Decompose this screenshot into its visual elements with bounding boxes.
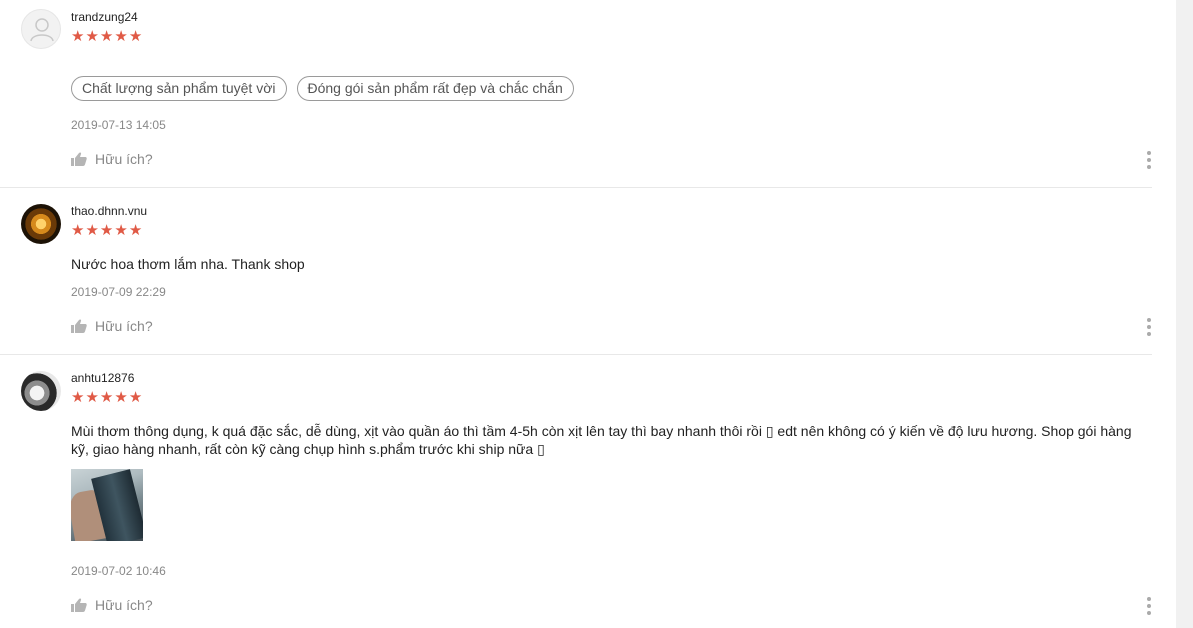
star-icon: ★ bbox=[99, 28, 115, 45]
review-tag: Chất lượng sản phẩm tuyệt vời bbox=[71, 76, 287, 101]
star-icon: ★ bbox=[114, 28, 129, 45]
review-tags: Chất lượng sản phẩm tuyệt vời Đóng gói s… bbox=[71, 76, 574, 101]
review-photo-thumbnail[interactable] bbox=[71, 469, 143, 541]
default-user-icon bbox=[30, 18, 54, 42]
thumbs-up-icon bbox=[71, 598, 87, 612]
review-item: thao.dhnn.vnu ★★★★★ Nước hoa thơm lắm nh… bbox=[0, 188, 1152, 355]
username: trandzung24 bbox=[71, 10, 138, 24]
star-icon: ★ bbox=[114, 389, 129, 406]
star-rating: ★★★★★ bbox=[71, 223, 143, 239]
avatar[interactable] bbox=[21, 204, 61, 244]
review-list: trandzung24 ★★★★★ Chất lượng sản phẩm tu… bbox=[0, 0, 1152, 628]
helpful-button[interactable]: Hữu ích? bbox=[71, 597, 153, 613]
star-icon: ★ bbox=[114, 222, 129, 239]
star-icon: ★ bbox=[71, 28, 86, 45]
helpful-label: Hữu ích? bbox=[95, 151, 153, 167]
helpful-label: Hữu ích? bbox=[95, 597, 153, 613]
star-rating: ★★★★★ bbox=[71, 390, 143, 406]
review-date: 2019-07-02 10:46 bbox=[71, 564, 166, 578]
helpful-button[interactable]: Hữu ích? bbox=[71, 318, 153, 334]
username: anhtu12876 bbox=[71, 371, 135, 385]
thumbs-up-icon bbox=[71, 152, 87, 166]
star-icon: ★ bbox=[85, 222, 100, 239]
review-comment: Mùi thơm thông dụng, k quá đặc sắc, dễ d… bbox=[71, 423, 1132, 457]
more-options-icon[interactable] bbox=[1143, 151, 1155, 169]
review-item: trandzung24 ★★★★★ Chất lượng sản phẩm tu… bbox=[0, 0, 1152, 188]
review-tag: Đóng gói sản phẩm rất đẹp và chắc chắn bbox=[296, 76, 574, 101]
avatar[interactable] bbox=[21, 9, 61, 49]
avatar[interactable] bbox=[21, 371, 61, 411]
star-icon: ★ bbox=[71, 222, 86, 239]
star-icon: ★ bbox=[71, 389, 86, 406]
star-rating: ★★★★★ bbox=[71, 29, 143, 45]
star-icon: ★ bbox=[128, 222, 144, 239]
review-date: 2019-07-13 14:05 bbox=[71, 118, 166, 132]
helpful-button[interactable]: Hữu ích? bbox=[71, 151, 153, 167]
star-icon: ★ bbox=[128, 28, 144, 45]
helpful-label: Hữu ích? bbox=[95, 318, 153, 334]
more-options-icon[interactable] bbox=[1143, 597, 1155, 615]
star-icon: ★ bbox=[99, 389, 115, 406]
review-item: anhtu12876 ★★★★★ Mùi thơm thông dụng, k … bbox=[0, 355, 1152, 628]
star-icon: ★ bbox=[99, 222, 115, 239]
username: thao.dhnn.vnu bbox=[71, 204, 148, 218]
more-options-icon[interactable] bbox=[1143, 318, 1155, 336]
star-icon: ★ bbox=[128, 389, 144, 406]
review-comment: Nước hoa thơm lắm nha. Thank shop bbox=[71, 256, 305, 272]
star-icon: ★ bbox=[85, 28, 100, 45]
review-date: 2019-07-09 22:29 bbox=[71, 285, 166, 299]
star-icon: ★ bbox=[85, 389, 100, 406]
thumbs-up-icon bbox=[71, 319, 87, 333]
scrollbar-track[interactable] bbox=[1176, 0, 1193, 628]
